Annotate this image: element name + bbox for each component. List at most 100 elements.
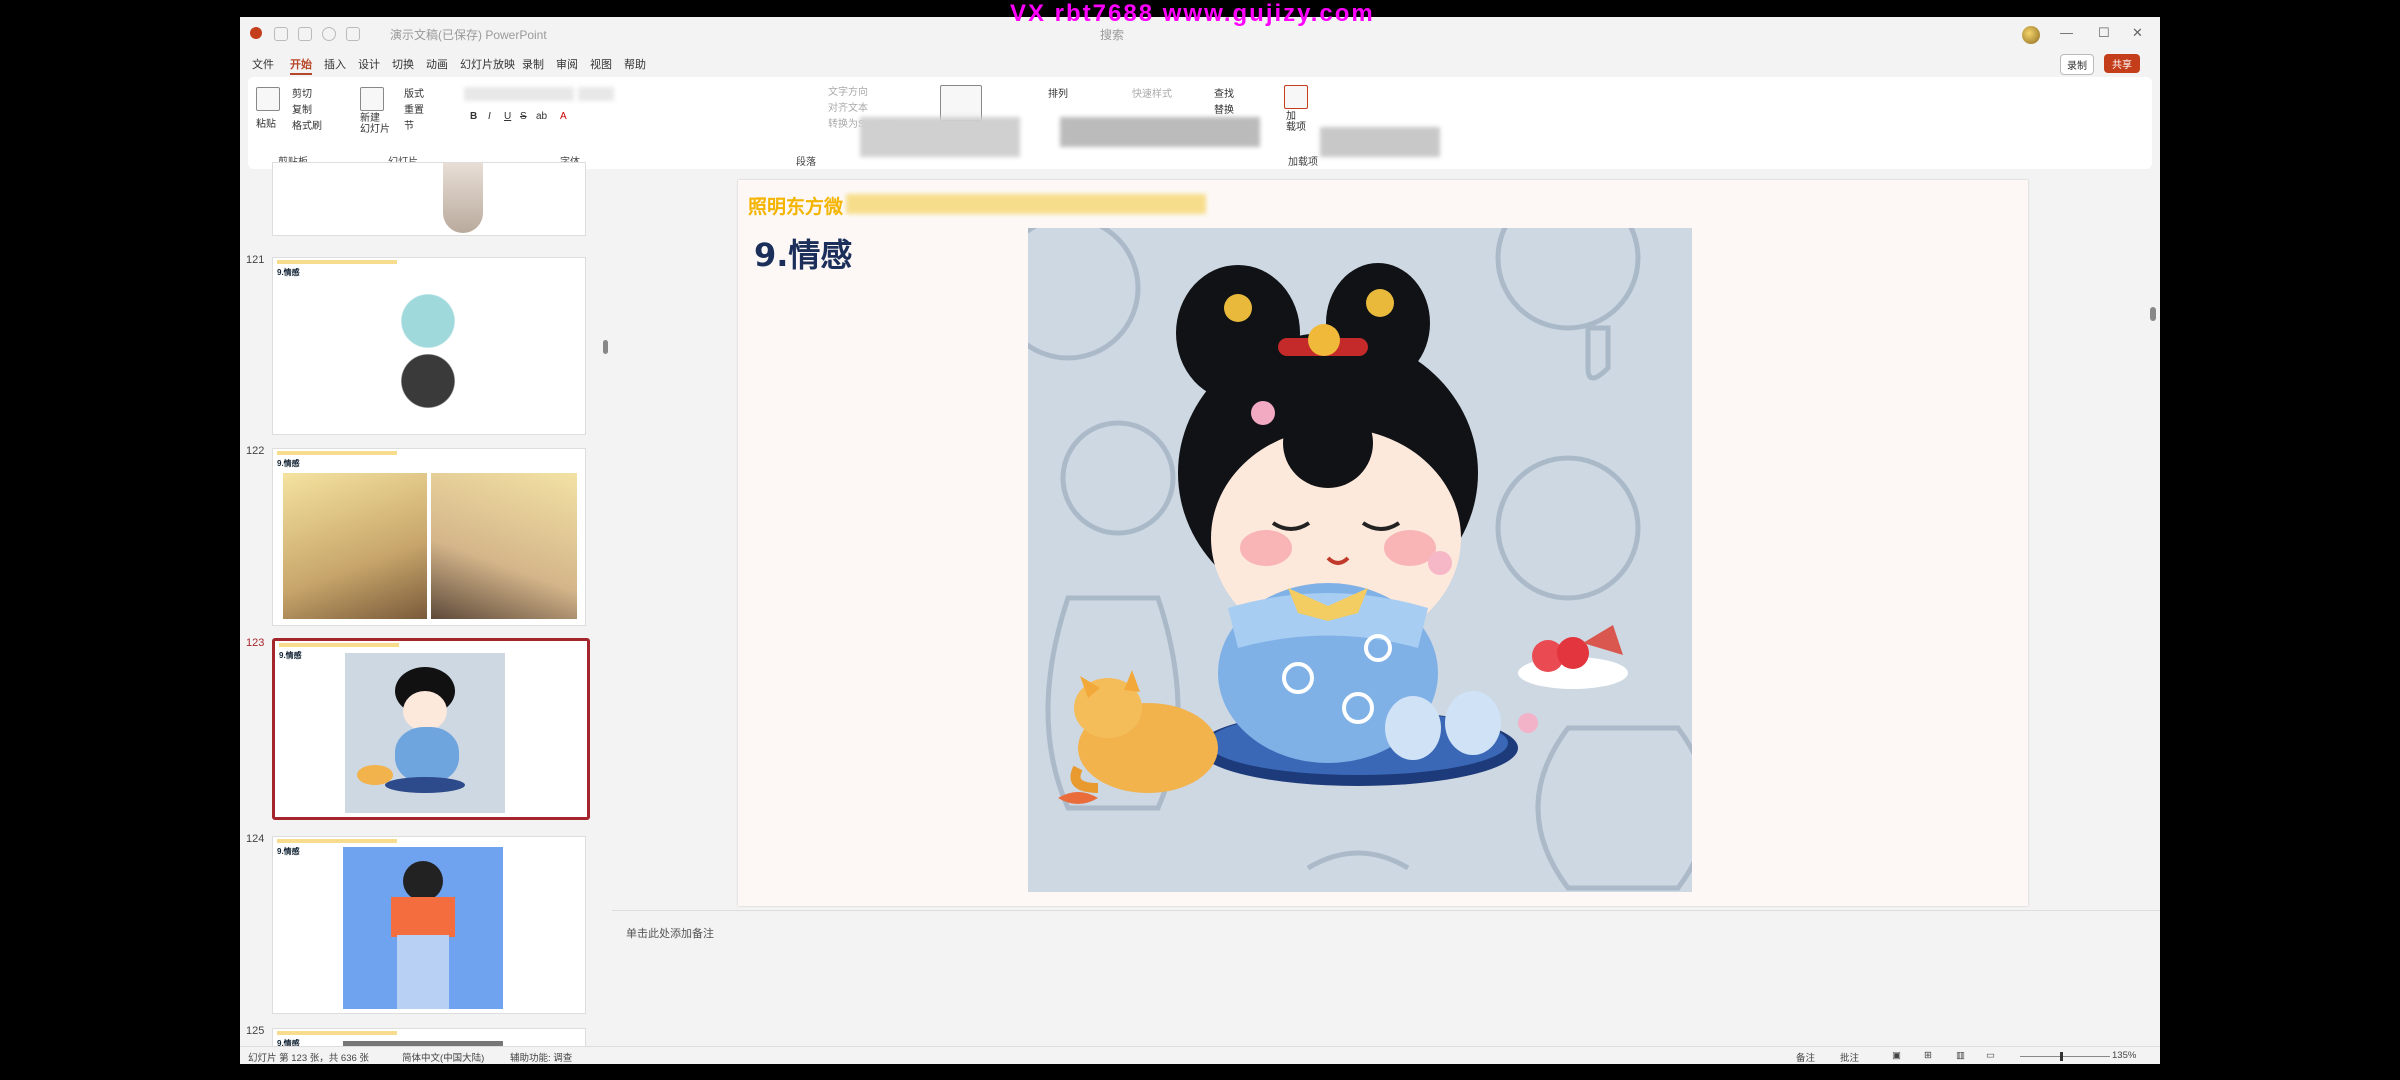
thumbnail-image	[443, 163, 483, 233]
slide-thumbnail-panel: 121 9.情感 122 9.情感 123 9.情感 124 9.情感 125 …	[240, 162, 610, 1064]
save-icon[interactable]	[298, 27, 312, 41]
addins-icon[interactable]	[1284, 85, 1308, 109]
char-spacing-button[interactable]: ab	[536, 111, 547, 122]
thumbnail-header-line	[277, 451, 397, 455]
thumbnail-title: 9.情感	[277, 268, 300, 277]
status-bar: 幻灯片 第 123 张，共 636 张 简体中文(中国大陆) 辅助功能: 调查 …	[240, 1046, 2160, 1064]
language-status[interactable]: 简体中文(中国大陆)	[402, 1050, 484, 1064]
slide-number: 121	[246, 254, 265, 266]
underline-button[interactable]: U	[504, 111, 511, 122]
thumbnail-title: 9.情感	[277, 459, 300, 468]
undo-icon[interactable]	[322, 27, 336, 41]
group-paragraph-label: 段落	[796, 157, 816, 168]
accessibility-status[interactable]: 辅助功能: 调查	[510, 1050, 572, 1064]
tab-animations[interactable]: 动画	[426, 56, 448, 72]
format-painter-button[interactable]: 格式刷	[292, 117, 322, 132]
mosaic-blur	[860, 117, 1020, 157]
thumbnail-header-line	[277, 260, 397, 264]
watermark: VX rbt7688 www.gujizy.com	[1010, 0, 1375, 27]
record-button[interactable]: 录制	[2060, 54, 2094, 75]
zoom-level[interactable]: 135%	[2112, 1050, 2136, 1061]
document-title: 演示文稿(已保存) PowerPoint	[390, 28, 547, 42]
layout-button[interactable]: 版式	[404, 85, 424, 100]
current-slide[interactable]: 照明东方微 9.情感	[738, 180, 2028, 906]
scrollbar-thumb[interactable]	[2150, 307, 2156, 321]
tab-home[interactable]: 开始	[290, 56, 312, 75]
slide-thumbnail[interactable]: 9.情感	[272, 836, 586, 1014]
reset-button[interactable]: 重置	[404, 101, 424, 116]
powerpoint-logo-icon	[250, 27, 262, 39]
text-direction-button[interactable]: 文字方向	[828, 83, 868, 98]
autosave-icon[interactable]	[274, 27, 288, 41]
tab-insert[interactable]: 插入	[324, 56, 346, 72]
tab-help[interactable]: 帮助	[624, 56, 646, 72]
share-button[interactable]: 共享	[2104, 54, 2140, 73]
shapes-gallery[interactable]	[940, 85, 982, 121]
slide-number: 122	[246, 445, 265, 457]
tab-transitions[interactable]: 切换	[392, 56, 414, 72]
avatar[interactable]	[2022, 26, 2040, 44]
tab-record[interactable]: 录制	[522, 56, 544, 72]
scrollbar-thumb[interactable]	[603, 340, 608, 354]
notes-pane[interactable]: 单击此处添加备注	[612, 910, 2160, 1063]
search-box[interactable]: 搜索	[1100, 26, 1124, 43]
thumbnail-image	[283, 473, 427, 619]
font-family-select[interactable]	[464, 87, 574, 101]
align-text-button[interactable]: 对齐文本	[828, 99, 868, 114]
new-slide-icon[interactable]	[360, 87, 384, 111]
slide-brand-text: 照明东方微	[748, 197, 844, 218]
thumbnail-image	[373, 276, 483, 426]
tab-view[interactable]: 视图	[590, 56, 612, 72]
group-addins-label: 加载项	[1288, 157, 1318, 168]
slide-thumbnail[interactable]: 9.情感	[272, 448, 586, 626]
thumbnail-header-line	[277, 1031, 397, 1035]
strikethrough-button[interactable]: S	[520, 111, 527, 122]
slide-thumbnail[interactable]: 9.情感	[272, 257, 586, 435]
powerpoint-window: 演示文稿(已保存) PowerPoint 搜索 — ☐ ✕ 文件 开始 插入 设…	[240, 17, 2160, 1064]
minimize-button[interactable]: —	[2060, 25, 2073, 40]
new-slide-button[interactable]: 新建 幻灯片	[360, 113, 390, 135]
replace-button[interactable]: 替换	[1214, 101, 1234, 116]
zoom-slider[interactable]	[2020, 1052, 2110, 1061]
comments-toggle[interactable]: 批注	[1840, 1050, 1859, 1064]
arrange-button[interactable]: 排列	[1048, 85, 1068, 100]
thumbnail-header-line	[279, 643, 399, 647]
font-color-button[interactable]: A	[560, 111, 567, 122]
normal-view-icon[interactable]: ▣	[1892, 1050, 1901, 1061]
tab-slideshow[interactable]: 幻灯片放映	[460, 56, 515, 72]
thumbnail-image	[345, 653, 505, 813]
notes-toggle[interactable]: 备注	[1796, 1050, 1815, 1064]
maximize-button[interactable]: ☐	[2098, 25, 2110, 41]
addins-button[interactable]: 加 载项	[1286, 111, 1306, 133]
slide-number: 123	[246, 637, 265, 649]
present-icon[interactable]	[346, 27, 360, 41]
slide-thumbnail-selected[interactable]: 9.情感	[272, 638, 590, 820]
notes-placeholder: 单击此处添加备注	[626, 928, 714, 940]
thumbnail-image	[431, 473, 577, 619]
paste-icon[interactable]	[256, 87, 280, 111]
slide-number: 124	[246, 833, 265, 845]
tab-review[interactable]: 审阅	[556, 56, 578, 72]
section-button[interactable]: 节	[404, 117, 414, 132]
tab-design[interactable]: 设计	[358, 56, 380, 72]
tab-file[interactable]: 文件	[252, 56, 274, 72]
close-button[interactable]: ✕	[2132, 25, 2143, 41]
slide-thumbnail[interactable]	[272, 162, 586, 236]
paste-button[interactable]: 粘贴	[256, 115, 276, 130]
quick-styles-button[interactable]: 快速样式	[1132, 85, 1172, 100]
cut-button[interactable]: 剪切	[292, 85, 312, 100]
find-button[interactable]: 查找	[1214, 85, 1234, 100]
thumbnail-scrollbar[interactable]	[602, 172, 610, 1062]
reading-view-icon[interactable]: ▥	[1956, 1050, 1965, 1061]
slide-sorter-icon[interactable]: ⊞	[1924, 1050, 1932, 1061]
slideshow-icon[interactable]: ▭	[1986, 1050, 1995, 1061]
editor-scrollbar[interactable]	[2148, 172, 2160, 910]
mosaic-blur	[846, 194, 1206, 214]
zoom-slider-thumb[interactable]	[2060, 1052, 2063, 1061]
font-size-select[interactable]	[578, 87, 614, 101]
mosaic-blur	[1060, 117, 1260, 147]
bold-button[interactable]: B	[470, 111, 477, 122]
copy-button[interactable]: 复制	[292, 101, 312, 116]
slide-number: 125	[246, 1025, 265, 1037]
italic-button[interactable]: I	[488, 111, 491, 122]
